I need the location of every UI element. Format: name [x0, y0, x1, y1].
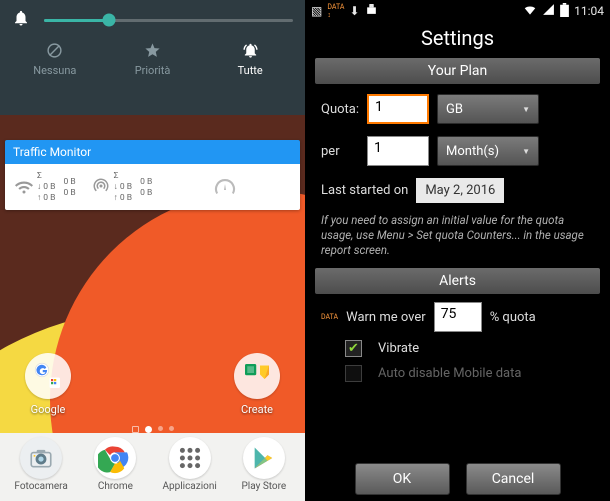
last-started-label: Last started on — [321, 183, 408, 198]
dock-chrome-label: Chrome — [98, 481, 133, 492]
clock-text: 11:04 — [574, 4, 604, 18]
bell-icon — [12, 9, 30, 32]
quota-input[interactable]: 1 — [367, 94, 429, 124]
section-alerts: Alerts — [315, 268, 600, 294]
mode-priority-label: Priorità — [135, 64, 171, 77]
mode-none-label: Nessuna — [33, 64, 76, 77]
dock-camera[interactable]: Fotocamera — [9, 437, 73, 492]
auto-disable-row[interactable]: Auto disable Mobile data — [305, 361, 610, 386]
vibrate-label: Vibrate — [378, 341, 419, 356]
bell-ring-icon — [201, 42, 299, 60]
traffic-monitor-body: Σ ↓ 0 B ↑ 0 B 0 B0 B Σ ↓ 0 B ↑ 0 B — [5, 164, 300, 210]
star-icon — [104, 42, 202, 60]
none-icon — [6, 42, 104, 60]
quota-unit-spinner[interactable]: GB — [437, 94, 539, 124]
warn-input[interactable]: 75 — [434, 302, 482, 332]
per-unit-spinner[interactable]: Month(s) — [437, 136, 539, 166]
dock-apps[interactable]: Applicazioni — [158, 437, 222, 492]
quota-row: Quota: 1 GB — [305, 88, 610, 130]
left-phone-screen: Nessuna Priorità Tutte Traffic Monitor — [0, 0, 305, 501]
download-icon: ⬇ — [349, 4, 359, 18]
screenshot-icon: ▧ — [311, 4, 322, 18]
settings-title: Settings — [305, 26, 610, 50]
wifi-status-icon — [523, 3, 537, 20]
auto-disable-checkbox[interactable] — [345, 365, 362, 382]
quota-label: Quota: — [321, 102, 359, 117]
status-bar: ▧ DATA↕ ⬇ 11:04 — [305, 0, 610, 22]
folder-google-label: Google — [31, 403, 66, 416]
page-dot[interactable] — [158, 426, 163, 431]
mode-none[interactable]: Nessuna — [6, 42, 104, 77]
cell-tower-icon — [92, 177, 110, 198]
section-your-plan: Your Plan — [315, 58, 600, 84]
vibrate-checkbox[interactable]: ✔ — [345, 340, 362, 357]
speedometer-icon — [156, 168, 294, 206]
briefcase-icon — [365, 3, 378, 19]
per-label: per — [321, 144, 359, 159]
mode-all[interactable]: Tutte — [201, 42, 299, 77]
folder-google[interactable]: Google — [18, 353, 78, 416]
battery-icon — [560, 3, 569, 20]
mode-priority[interactable]: Priorità — [104, 42, 202, 77]
dock-chrome[interactable]: Chrome — [83, 437, 147, 492]
dock-apps-label: Applicazioni — [162, 481, 216, 492]
volume-slider[interactable] — [44, 19, 293, 22]
dock: Fotocamera Chrome Applicazioni Play Stor… — [0, 433, 305, 501]
volume-slider-thumb[interactable] — [102, 14, 115, 27]
signal-icon — [542, 3, 555, 19]
page-dot[interactable] — [169, 426, 174, 431]
data-icon: DATA↕ — [327, 3, 344, 19]
last-started-date[interactable]: May 2, 2016 — [416, 178, 504, 203]
wifi-icon — [15, 177, 33, 198]
per-row: per 1 Month(s) — [305, 130, 610, 172]
warn-label: Warn me over — [346, 310, 426, 325]
warn-suffix: % quota — [490, 310, 536, 325]
per-input[interactable]: 1 — [367, 136, 429, 166]
vibrate-row[interactable]: ✔ Vibrate — [305, 336, 610, 361]
home-folders-row: Google Create — [0, 353, 305, 416]
cancel-button[interactable]: Cancel — [466, 463, 561, 495]
quick-settings-shade: Nessuna Priorità Tutte — [0, 0, 305, 115]
dock-camera-label: Fotocamera — [14, 481, 67, 492]
notification-modes: Nessuna Priorità Tutte — [0, 40, 305, 77]
traffic-monitor-widget[interactable]: Traffic Monitor Σ ↓ 0 B ↑ 0 B 0 B0 B — [5, 140, 300, 210]
shade-volume-row — [0, 0, 305, 40]
right-phone-screen: ▧ DATA↕ ⬇ 11:04 Settings Your Plan Quota… — [305, 0, 610, 501]
data-badge-icon: DATA — [321, 313, 338, 321]
dock-play-store-label: Play Store — [242, 481, 287, 492]
dialog-buttons: OK Cancel — [305, 463, 610, 495]
folder-create[interactable]: Create — [227, 353, 287, 416]
warn-row: DATA Warn me over 75 % quota — [305, 298, 610, 336]
page-dot-current[interactable] — [145, 426, 152, 433]
folder-create-label: Create — [241, 403, 273, 416]
ok-button[interactable]: OK — [355, 463, 450, 495]
dock-play-store[interactable]: Play Store — [232, 437, 296, 492]
last-started-row: Last started on May 2, 2016 — [305, 172, 610, 209]
mode-all-label: Tutte — [238, 64, 263, 77]
auto-disable-label: Auto disable Mobile data — [378, 366, 521, 381]
traffic-monitor-title: Traffic Monitor — [5, 140, 300, 164]
helper-text: If you need to assign an initial value f… — [305, 209, 610, 264]
page-indicator — [0, 426, 305, 433]
home-page-indicator[interactable] — [132, 426, 139, 433]
